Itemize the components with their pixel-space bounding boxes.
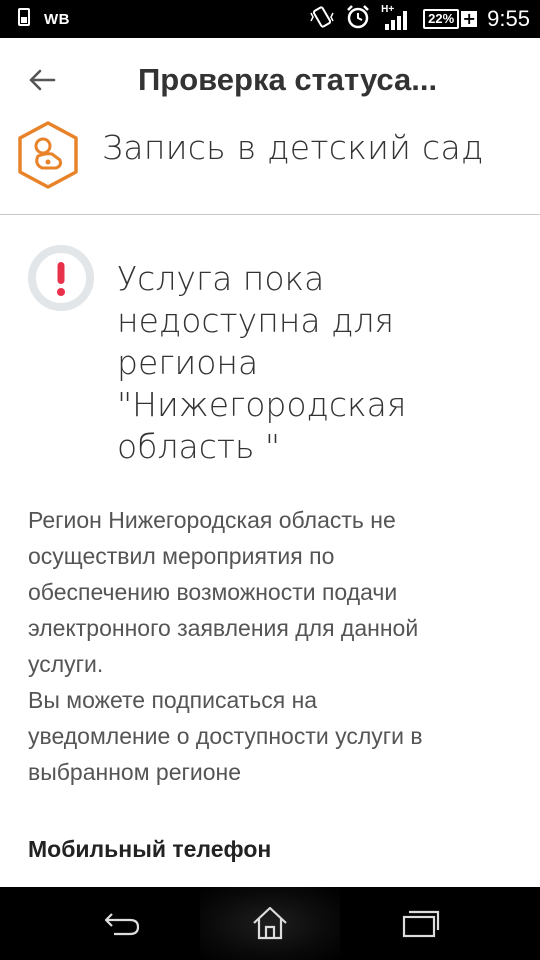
description-line: услуги.	[28, 651, 104, 677]
battery-charging-icon: +	[461, 9, 478, 28]
alert-title-line: Услуга пока	[117, 259, 325, 298]
alert-title-line: область "	[117, 427, 281, 466]
battery-level: 22%	[423, 9, 460, 29]
phone-field-label: Мобильный телефон	[28, 836, 272, 862]
description-line: осуществил мероприятия по	[28, 543, 335, 569]
alert-title-line: недоступна для	[117, 301, 395, 340]
description-line: уведомление о доступности услуги в	[28, 723, 423, 749]
alarm-icon	[345, 4, 371, 34]
description-line: Вы можете подписаться на	[28, 687, 318, 713]
service-name: Запись в детский сад	[102, 128, 484, 167]
description-line: обеспечению возможности подачи	[28, 579, 398, 605]
signal-icon: H+	[381, 4, 413, 32]
app-bar: Проверка статуса...	[0, 38, 540, 122]
battery-icon: 22% +	[423, 9, 478, 29]
sim-icon	[18, 8, 30, 30]
pacifier-icon	[16, 120, 80, 190]
home-icon	[253, 906, 287, 940]
carrier-name: WB	[44, 10, 70, 28]
alert-description: Регион Нижегородская область не осуществ…	[28, 502, 518, 790]
exclamation-icon	[27, 244, 95, 312]
back-nav-button[interactable]	[94, 901, 150, 945]
alert-title-line: региона	[117, 343, 259, 382]
vibrate-icon	[309, 5, 335, 33]
description-line: электронного заявления для данной	[28, 615, 419, 641]
back-nav-icon	[104, 913, 140, 936]
description-line: Регион Нижегородская область не	[28, 507, 396, 533]
alert-title: Услуга пока недоступна для региона "Ниже…	[117, 258, 517, 468]
description-line: выбранном регионе	[28, 759, 242, 785]
home-button[interactable]	[242, 901, 298, 945]
arrow-left-icon	[29, 69, 56, 91]
alert-title-line: "Нижегородская	[117, 385, 407, 424]
recent-apps-icon	[402, 910, 440, 938]
navigation-bar	[0, 887, 540, 960]
status-time: 9:55	[487, 6, 530, 31]
service-header: Запись в детский сад	[0, 112, 540, 215]
back-button[interactable]	[22, 60, 62, 100]
status-bar: WB H+ 22% + 9:55	[0, 0, 540, 38]
recent-apps-button[interactable]	[392, 901, 448, 945]
page-title: Проверка статуса...	[138, 62, 438, 97]
